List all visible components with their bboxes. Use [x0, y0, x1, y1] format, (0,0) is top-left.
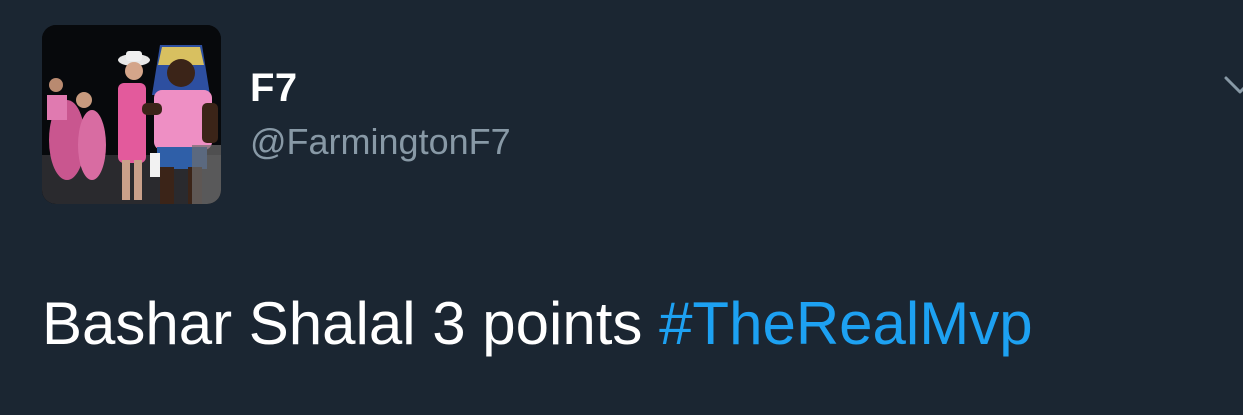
author-display-name[interactable]: F7: [250, 65, 298, 111]
avatar-photo: [42, 25, 221, 204]
hashtag-link[interactable]: #TheRealMvp: [659, 290, 1033, 357]
author-avatar[interactable]: [42, 25, 221, 204]
tweet-text: Bashar Shalal 3 points: [42, 290, 660, 357]
author-handle[interactable]: @FarmingtonF7: [250, 120, 511, 164]
chevron-down-icon: [1224, 76, 1243, 94]
tweet-card: F7 @FarmingtonF7 Bashar Shalal 3 points …: [0, 0, 1243, 415]
tweet-menu-button[interactable]: [1222, 74, 1243, 104]
tweet-body: Bashar Shalal 3 points #TheRealMvp: [42, 288, 1033, 360]
